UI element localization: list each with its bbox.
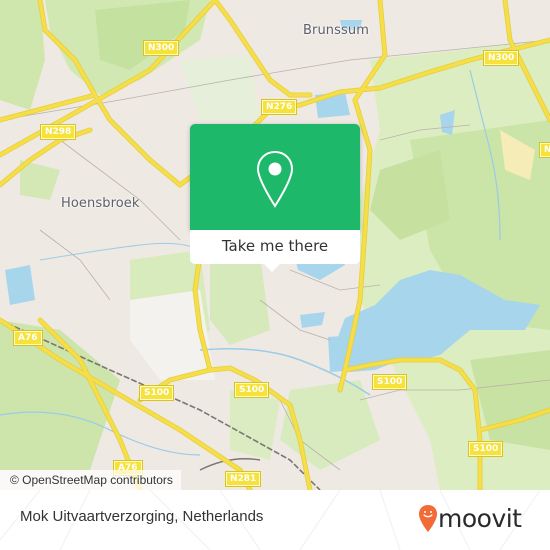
map-pin-icon bbox=[256, 150, 294, 208]
location-popup: Take me there bbox=[190, 124, 360, 272]
footer-bar: Mok Uitvaartverzorging, Netherlands moov… bbox=[0, 490, 550, 550]
road-shield-s100: S100 bbox=[371, 374, 408, 390]
location-name: Mok Uitvaartverzorging, Netherlands bbox=[20, 508, 264, 525]
place-label-hoensbroek: Hoensbroek bbox=[61, 196, 140, 211]
road-shield-n281: N281 bbox=[224, 471, 262, 487]
road-shield-n300: N300 bbox=[482, 50, 520, 66]
moovit-smiley-pin-icon bbox=[419, 505, 437, 532]
moovit-wordmark: moovit bbox=[438, 504, 522, 533]
road-shield-n298: N298 bbox=[39, 124, 77, 140]
road-shield-s100: S100 bbox=[233, 382, 270, 398]
road-shield-s100: S100 bbox=[467, 441, 504, 457]
map-attribution[interactable]: © OpenStreetMap contributors bbox=[0, 470, 181, 490]
take-me-there-button[interactable]: Take me there bbox=[190, 230, 360, 264]
road-shield-n276: N276 bbox=[260, 99, 298, 115]
road-shield-a76: A76 bbox=[13, 330, 43, 346]
road-shield-s100: S100 bbox=[138, 385, 175, 401]
popup-header bbox=[190, 124, 360, 230]
road-shield-partial: N bbox=[539, 142, 550, 158]
road-shield-n300: N300 bbox=[142, 40, 180, 56]
map-view[interactable]: Brunssum Hoensbroek N300 N300 N298 N276 … bbox=[0, 0, 550, 490]
popup-pointer bbox=[262, 262, 282, 272]
place-label-brunssum: Brunssum bbox=[303, 23, 369, 38]
